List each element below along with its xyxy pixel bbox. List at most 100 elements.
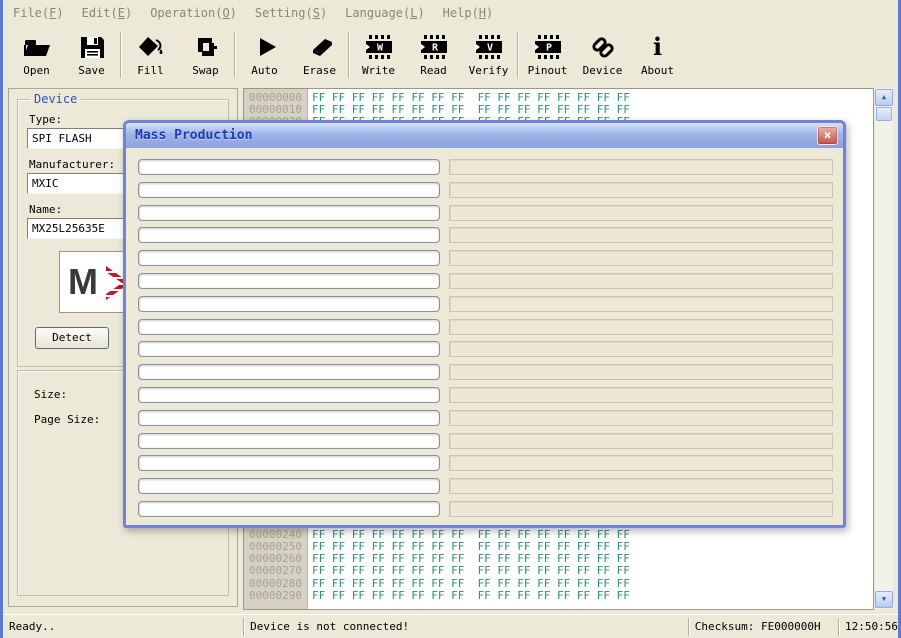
mass-production-rows xyxy=(126,148,843,525)
hex-bytes: FF FF FF FF FF FF FF FF FF FF FF FF FF F… xyxy=(312,552,630,565)
mass-production-input[interactable] xyxy=(138,182,440,198)
open-button[interactable]: Open xyxy=(9,29,64,83)
status-device-message: Device is not connected! xyxy=(243,618,688,636)
mass-production-status-strip xyxy=(449,182,833,198)
mass-production-row xyxy=(138,433,833,449)
mass-production-input[interactable] xyxy=(138,250,440,266)
status-checksum: Checksum: FE000000H xyxy=(688,618,838,636)
pinout-button[interactable]: P Pinout xyxy=(520,29,575,83)
mass-production-row xyxy=(138,387,833,403)
mass-production-input[interactable] xyxy=(138,478,440,494)
menu-operation[interactable]: Operation(O) xyxy=(148,5,239,21)
scrollbar-thumb[interactable] xyxy=(876,107,892,121)
mass-production-input[interactable] xyxy=(138,273,440,289)
toolbar-label: Write xyxy=(362,64,395,77)
dialog-title: Mass Production xyxy=(135,128,252,143)
swap-icon xyxy=(192,32,220,62)
swap-button[interactable]: Swap xyxy=(178,29,233,83)
mass-production-status-strip xyxy=(449,501,833,517)
verify-button[interactable]: V Verify xyxy=(461,29,516,83)
hex-scrollbar[interactable]: ▲ ▼ xyxy=(875,88,893,609)
mass-production-status-strip xyxy=(449,159,833,175)
chip-read-icon: R xyxy=(417,32,451,62)
mass-production-row xyxy=(138,455,833,471)
mass-production-row xyxy=(138,250,833,266)
programmer-app-window: File(F) Edit(E) Operation(O) Setting(S) … xyxy=(0,0,901,638)
mass-production-input[interactable] xyxy=(138,159,440,175)
save-floppy-icon xyxy=(78,32,106,62)
open-folder-icon xyxy=(21,32,53,62)
hex-bytes: FF FF FF FF FF FF FF FF FF FF FF FF FF F… xyxy=(312,564,630,577)
mass-production-input[interactable] xyxy=(138,227,440,243)
dialog-title-bar[interactable]: Mass Production × xyxy=(126,123,843,148)
mass-production-status-strip xyxy=(449,387,833,403)
window-border-left xyxy=(0,0,3,638)
menu-language[interactable]: Language(L) xyxy=(343,5,427,21)
mass-production-row xyxy=(138,341,833,357)
mass-production-input[interactable] xyxy=(138,410,440,426)
menu-edit[interactable]: Edit(E) xyxy=(80,5,135,21)
menu-setting[interactable]: Setting(S) xyxy=(253,5,329,21)
mass-production-status-strip xyxy=(449,364,833,380)
mass-production-row xyxy=(138,205,833,221)
mass-production-input[interactable] xyxy=(138,341,440,357)
hex-bytes: FF FF FF FF FF FF FF FF FF FF FF FF FF F… xyxy=(312,528,630,541)
toolbar-label: Read xyxy=(420,64,447,77)
mass-production-status-strip xyxy=(449,433,833,449)
save-button[interactable]: Save xyxy=(64,29,119,83)
menu-file[interactable]: File(F) xyxy=(11,5,66,21)
toolbar-label: Device xyxy=(583,64,623,77)
mass-production-row xyxy=(138,410,833,426)
mass-production-row xyxy=(138,478,833,494)
type-label: Type: xyxy=(29,113,62,126)
toolbar-label: Auto xyxy=(251,64,278,77)
toolbar-separator xyxy=(348,32,350,78)
mass-production-row xyxy=(138,159,833,175)
about-button[interactable]: i About xyxy=(630,29,685,83)
device-button[interactable]: Device xyxy=(575,29,630,83)
toolbar-separator xyxy=(517,32,519,78)
hex-bytes: FF FF FF FF FF FF FF FF FF FF FF FF FF F… xyxy=(312,103,630,116)
scroll-down-icon[interactable]: ▼ xyxy=(875,591,893,608)
mxic-logo-letter: M xyxy=(68,264,96,300)
close-icon[interactable]: × xyxy=(817,126,838,145)
chip-pinout-icon: P xyxy=(531,32,565,62)
write-button[interactable]: W Write xyxy=(351,29,406,83)
menu-bar: File(F) Edit(E) Operation(O) Setting(S) … xyxy=(3,0,898,26)
chip-verify-icon: V xyxy=(472,32,506,62)
fill-button[interactable]: Fill xyxy=(123,29,178,83)
menu-help[interactable]: Help(H) xyxy=(441,5,496,21)
svg-text:W: W xyxy=(376,43,383,54)
mass-production-input[interactable] xyxy=(138,433,440,449)
erase-button[interactable]: Erase xyxy=(292,29,347,83)
toolbar-label: Save xyxy=(78,64,105,77)
mass-production-input[interactable] xyxy=(138,296,440,312)
mass-production-input[interactable] xyxy=(138,387,440,403)
toolbar-label: Pinout xyxy=(528,64,568,77)
auto-play-icon xyxy=(252,32,278,62)
auto-button[interactable]: Auto xyxy=(237,29,292,83)
mass-production-row xyxy=(138,501,833,517)
read-button[interactable]: R Read xyxy=(406,29,461,83)
hex-row: 00000270FF FF FF FF FF FF FF FF FF FF FF… xyxy=(244,565,873,577)
mass-production-status-strip xyxy=(449,410,833,426)
mass-production-input[interactable] xyxy=(138,364,440,380)
hex-address: 00000290 xyxy=(244,590,302,602)
size-label: Size: xyxy=(34,388,67,401)
device-group-title: Device xyxy=(30,92,81,106)
toolbar-label: Swap xyxy=(192,64,219,77)
mass-production-input[interactable] xyxy=(138,319,440,335)
hex-bytes: FF FF FF FF FF FF FF FF FF FF FF FF FF F… xyxy=(312,91,630,104)
chain-link-icon xyxy=(589,32,617,62)
fill-bucket-icon xyxy=(136,32,166,62)
scroll-up-icon[interactable]: ▲ xyxy=(875,89,893,106)
mass-production-status-strip xyxy=(449,341,833,357)
info-icon: i xyxy=(653,32,662,62)
detect-button[interactable]: Detect xyxy=(35,327,109,349)
mass-production-input[interactable] xyxy=(138,501,440,517)
mass-production-status-strip xyxy=(449,273,833,289)
mass-production-input[interactable] xyxy=(138,205,440,221)
name-label: Name: xyxy=(29,203,62,216)
mass-production-status-strip xyxy=(449,296,833,312)
mass-production-input[interactable] xyxy=(138,455,440,471)
